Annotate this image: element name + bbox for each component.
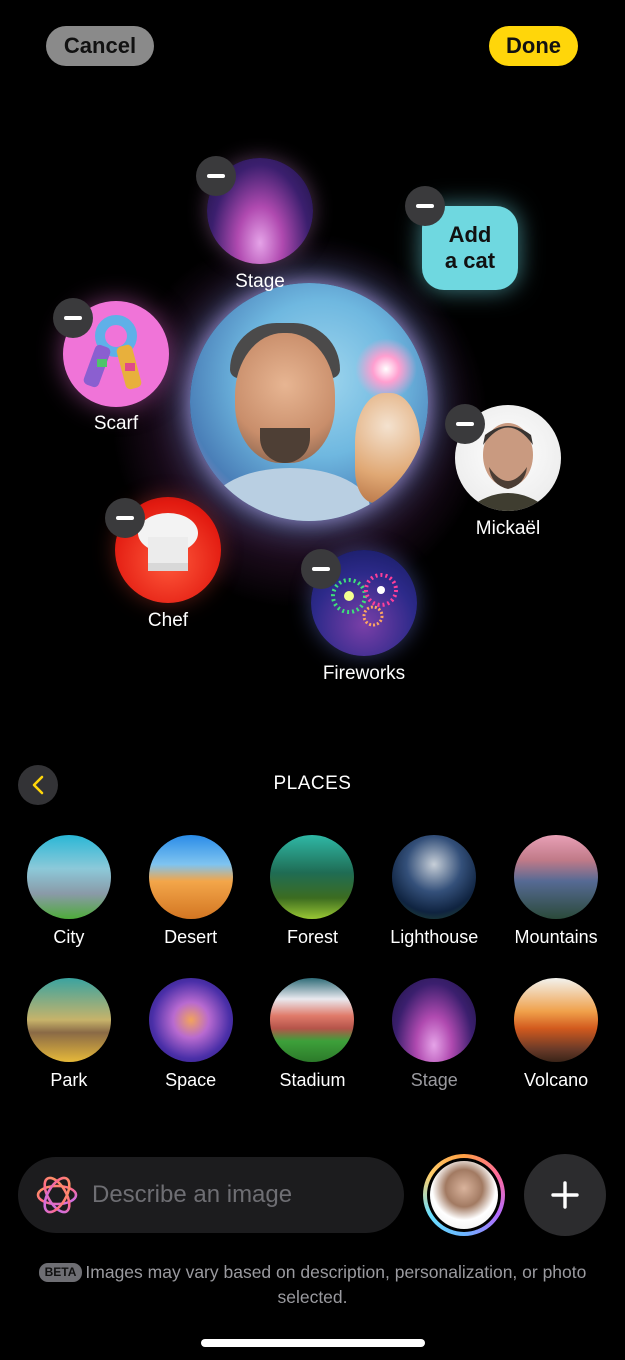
- place-label: Stage: [410, 1070, 458, 1090]
- desert-thumbnail: [148, 835, 233, 919]
- places-row: Park Space Stadium Stage Volcano: [0, 978, 625, 1091]
- place-volcano[interactable]: Volcano: [496, 978, 616, 1091]
- minus-icon: [312, 567, 330, 571]
- place-label: Space: [165, 1070, 217, 1090]
- minus-icon: [456, 422, 474, 426]
- space-thumbnail: [148, 978, 233, 1062]
- token-label: Stage: [235, 271, 285, 292]
- avatar: [430, 1161, 498, 1229]
- stage-thumbnail: [392, 978, 477, 1062]
- place-stadium[interactable]: Stadium: [252, 978, 372, 1091]
- chip-line-1: Add: [448, 221, 492, 247]
- mountains-thumbnail: [514, 835, 599, 919]
- token-label: Scarf: [93, 413, 139, 434]
- add-button[interactable]: [524, 1154, 606, 1236]
- city-thumbnail: [26, 835, 111, 919]
- places-grid: City Desert Forest Lighthouse Mountains …: [0, 835, 625, 1121]
- place-label: Park: [50, 1070, 88, 1090]
- places-row: City Desert Forest Lighthouse Mountains: [0, 835, 625, 948]
- main-preview-image[interactable]: [190, 283, 428, 521]
- minus-icon: [64, 316, 82, 320]
- place-forest[interactable]: Forest: [252, 835, 372, 948]
- remove-add-a-cat-button[interactable]: [405, 186, 445, 226]
- cat: [355, 393, 420, 503]
- disclaimer-text: Images may vary based on description, pe…: [85, 1262, 587, 1307]
- shirt: [210, 468, 370, 521]
- place-label: Stadium: [279, 1070, 346, 1090]
- park-thumbnail: [26, 978, 111, 1062]
- forest-thumbnail: [270, 835, 355, 919]
- place-space[interactable]: Space: [131, 978, 251, 1091]
- cancel-button[interactable]: Cancel: [46, 26, 154, 66]
- remove-stage-button[interactable]: [196, 156, 236, 196]
- describe-input-container: [18, 1157, 404, 1233]
- place-label: Forest: [286, 927, 338, 947]
- describe-image-input[interactable]: [92, 1181, 382, 1209]
- volcano-thumbnail: [514, 978, 599, 1062]
- place-park[interactable]: Park: [9, 978, 129, 1091]
- beta-badge: BETA: [38, 1263, 83, 1282]
- remove-fireworks-button[interactable]: [301, 549, 341, 589]
- person-photo-button[interactable]: [423, 1154, 505, 1236]
- remove-mickael-button[interactable]: [445, 404, 485, 444]
- stadium-thumbnail: [270, 978, 355, 1062]
- lighthouse-thumbnail: [392, 835, 477, 919]
- token-label: Chef: [147, 610, 189, 631]
- minus-icon: [116, 516, 134, 520]
- place-lighthouse[interactable]: Lighthouse: [374, 835, 494, 948]
- place-label: Lighthouse: [390, 927, 479, 947]
- minus-icon: [416, 204, 434, 208]
- firework-decoration: [355, 338, 417, 400]
- home-indicator[interactable]: [201, 1339, 425, 1347]
- avatar-ring-inner: [427, 1158, 501, 1232]
- place-label: Desert: [164, 927, 218, 947]
- done-button[interactable]: Done: [489, 26, 578, 66]
- place-city[interactable]: City: [9, 835, 129, 948]
- plus-icon: [551, 1181, 579, 1209]
- place-mountains[interactable]: Mountains: [496, 835, 616, 948]
- place-label: City: [53, 927, 85, 947]
- image-playground-icon: [36, 1176, 78, 1214]
- chip-line-2: a cat: [444, 248, 496, 273]
- disclaimer: BETA Images may vary based on description…: [20, 1260, 605, 1309]
- minus-icon: [207, 174, 225, 178]
- token-label: Mickaël: [475, 518, 541, 539]
- token-label: Fireworks: [322, 663, 406, 684]
- place-label: Mountains: [514, 927, 598, 947]
- place-desert[interactable]: Desert: [131, 835, 251, 948]
- section-title: PLACES: [273, 773, 352, 794]
- remove-chef-button[interactable]: [105, 498, 145, 538]
- remove-scarf-button[interactable]: [53, 298, 93, 338]
- place-stage[interactable]: Stage: [374, 978, 494, 1091]
- place-label: Volcano: [524, 1070, 589, 1090]
